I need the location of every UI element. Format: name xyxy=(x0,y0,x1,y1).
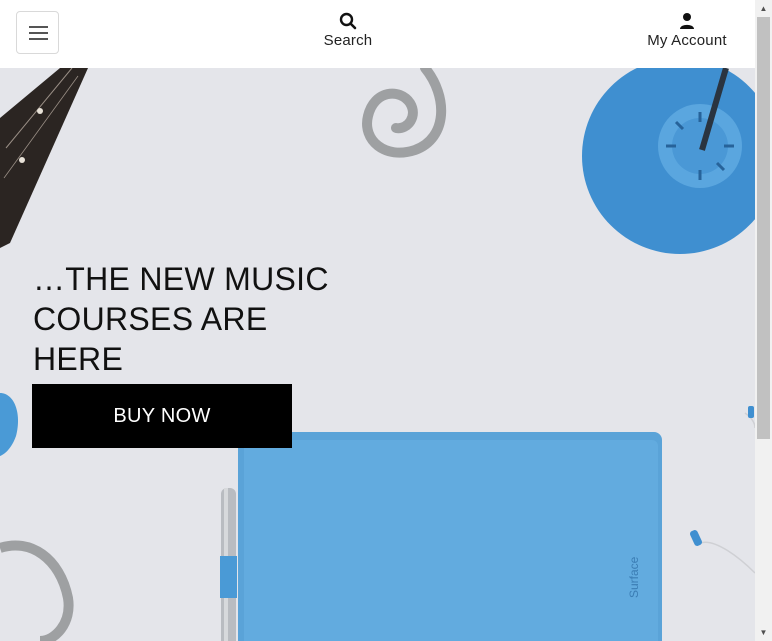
clef-ornament-image xyxy=(362,68,447,158)
scroll-down-arrow-icon[interactable]: ▼ xyxy=(755,624,772,641)
blue-lamp-image xyxy=(582,68,755,254)
scrollbar-thumb[interactable] xyxy=(757,17,770,439)
scroll-up-arrow-icon[interactable]: ▲ xyxy=(755,0,772,17)
hero-banner: Surface …THE NEW MUSIC COURSES ARE HERE … xyxy=(0,68,755,641)
buy-now-button[interactable]: BUY NOW xyxy=(32,384,292,448)
menu-button[interactable] xyxy=(16,11,59,54)
hamburger-icon xyxy=(29,26,48,28)
earphones-image xyxy=(689,406,755,574)
guitar-neck-image xyxy=(0,68,88,248)
hamburger-icon-bar xyxy=(29,38,48,40)
clef-ornament-bottom-image xyxy=(0,540,74,641)
hero-title-line-1: …THE NEW MUSIC xyxy=(33,261,329,297)
user-icon xyxy=(680,13,694,29)
blue-object-image xyxy=(0,393,19,456)
pen-image xyxy=(220,488,237,641)
search-label: Search xyxy=(323,32,373,49)
site-header: Search My Account xyxy=(0,0,755,68)
my-account-label: My Account xyxy=(647,32,727,49)
tablet-brand-text: Surface xyxy=(627,556,641,598)
search-link[interactable]: Search xyxy=(318,12,378,49)
vertical-scrollbar[interactable]: ▲ ▼ xyxy=(755,0,772,641)
hero-title-line-2: COURSES ARE HERE xyxy=(33,301,268,377)
hamburger-icon-bar xyxy=(29,32,48,34)
hero-title: …THE NEW MUSIC COURSES ARE HERE xyxy=(33,259,363,379)
tablet-image: Surface xyxy=(238,432,662,641)
my-account-link[interactable]: My Account xyxy=(640,12,734,49)
search-icon xyxy=(339,12,357,30)
